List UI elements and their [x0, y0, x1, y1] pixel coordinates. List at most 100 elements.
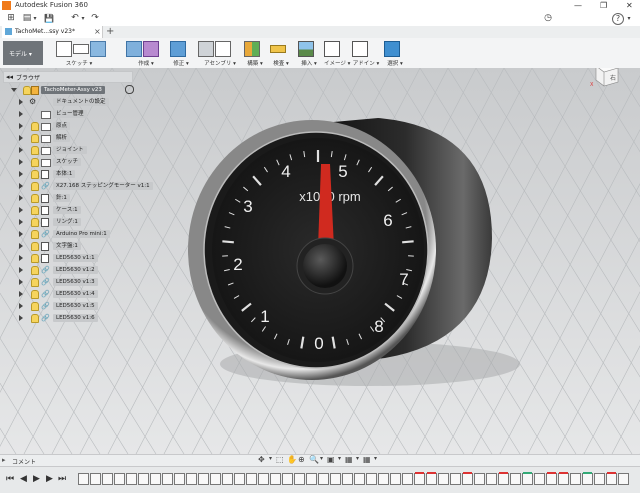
timeline-feature-chip[interactable] [126, 473, 137, 485]
timeline-feature-chip[interactable] [582, 473, 593, 485]
browser-tree-item[interactable]: リング:1 [19, 217, 133, 227]
nav-dropdown-chevron-icon[interactable]: ▾ [338, 455, 341, 462]
timeline-feature-chip[interactable] [378, 473, 389, 485]
browser-tree-item[interactable]: 🔗LED5630 v1:3 [19, 277, 133, 287]
browser-root-row[interactable]: TachoMeter-Assy v23 [11, 85, 133, 95]
timeline-feature-chip[interactable] [510, 473, 521, 485]
visibility-bulb-icon[interactable] [31, 170, 39, 179]
tab-close-icon[interactable]: × [94, 27, 101, 36]
sketch-pencil-icon[interactable] [56, 41, 72, 57]
timeline-feature-chip[interactable] [606, 473, 617, 485]
nav-tool-icon[interactable]: ✋ [287, 455, 297, 464]
construct-group[interactable]: 構築 ▾ [244, 40, 266, 66]
workspace-mode-dropdown[interactable]: モデル ▾ [3, 41, 43, 65]
create-group[interactable]: 作成 ▾ [126, 40, 166, 66]
expand-arrow-icon[interactable] [19, 159, 23, 165]
view-cube[interactable]: 右 X Z [588, 68, 618, 86]
browser-tree-item[interactable]: 🔗LED5630 v1:5 [19, 301, 133, 311]
timeline-feature-chip[interactable] [270, 473, 281, 485]
timeline-feature-chip[interactable] [282, 473, 293, 485]
nav-dropdown-chevron-icon[interactable]: ▾ [269, 455, 272, 462]
scripts-addins-icon[interactable] [352, 41, 368, 57]
expand-arrow-icon[interactable] [19, 195, 23, 201]
select-cursor-icon[interactable] [384, 41, 400, 57]
timeline-feature-chip[interactable] [114, 473, 125, 485]
timeline-feature-chip[interactable] [258, 473, 269, 485]
expand-arrow-icon[interactable] [19, 207, 23, 213]
timeline-feature-chip[interactable] [318, 473, 329, 485]
help-icon[interactable]: ? [612, 13, 624, 25]
nav-tool-icon[interactable]: ✥ [258, 455, 265, 464]
select-group[interactable]: 選択 ▾ [384, 40, 406, 66]
browser-tree-item[interactable]: 🔗LED5630 v1:6 [19, 313, 133, 323]
timeline-feature-chip[interactable] [162, 473, 173, 485]
nav-dropdown-chevron-icon[interactable]: ▾ [356, 455, 359, 462]
expand-arrow-icon[interactable] [19, 315, 23, 321]
timeline-feature-chip[interactable] [462, 473, 473, 485]
job-status-clock-icon[interactable]: ◷ [542, 13, 554, 24]
file-dropdown-chevron-icon[interactable]: ▾ [32, 13, 38, 24]
comments-expand-icon[interactable]: ▸ [2, 456, 6, 464]
timeline-feature-chip[interactable] [246, 473, 257, 485]
visibility-bulb-icon[interactable] [31, 206, 39, 215]
visibility-bulb-icon[interactable] [31, 266, 39, 275]
browser-tree-item[interactable]: 🔗LED5630 v1:4 [19, 289, 133, 299]
expand-arrow-icon[interactable] [19, 123, 23, 129]
expand-arrow-icon[interactable] [19, 255, 23, 261]
expand-arrow-icon[interactable] [19, 219, 23, 225]
patch-icon[interactable] [90, 41, 106, 57]
expand-arrow-icon[interactable] [19, 267, 23, 273]
data-panel-grid-icon[interactable]: ⊞ [6, 13, 16, 24]
document-tab[interactable]: TachoMet...ssy v23* × [2, 26, 103, 38]
addins-group[interactable]: アドイン ▾ [352, 40, 380, 66]
timeline-go-end-icon[interactable]: ⏭ [58, 474, 66, 484]
expand-arrow-icon[interactable] [19, 243, 23, 249]
sketch-group[interactable]: スケッチ ▾ [56, 40, 102, 66]
timeline-feature-chip[interactable] [354, 473, 365, 485]
expand-arrow-icon[interactable] [19, 291, 23, 297]
visibility-bulb-icon[interactable] [31, 314, 39, 323]
browser-tree-item[interactable]: 針:1 [19, 193, 133, 203]
expand-arrow-icon[interactable] [19, 135, 23, 141]
timeline-feature-chip[interactable] [234, 473, 245, 485]
visibility-bulb-icon[interactable] [31, 302, 39, 311]
modify-group[interactable]: 修正 ▾ [170, 40, 192, 66]
timeline-feature-chip[interactable] [498, 473, 509, 485]
timeline-feature-chip[interactable] [546, 473, 557, 485]
timeline-feature-chip[interactable] [414, 473, 425, 485]
inspect-group[interactable]: 検査 ▾ [270, 40, 292, 66]
visibility-bulb-icon[interactable] [31, 290, 39, 299]
timeline-feature-chip[interactable] [306, 473, 317, 485]
browser-tree-item[interactable]: 解析 [19, 133, 133, 143]
browser-collapse-icon[interactable]: ◂◂ [6, 73, 13, 81]
timeline-feature-chip[interactable] [342, 473, 353, 485]
visibility-bulb-icon[interactable] [31, 158, 39, 167]
timeline-feature-chip[interactable] [198, 473, 209, 485]
timeline-feature-chip[interactable] [138, 473, 149, 485]
visibility-bulb-icon[interactable] [31, 242, 39, 251]
extrude-icon[interactable] [126, 41, 142, 57]
nav-tool-icon[interactable]: ▦ [345, 455, 353, 464]
browser-tree-item[interactable]: LED5630 v1:1 [19, 253, 133, 263]
activate-radio-icon[interactable] [125, 85, 134, 94]
browser-tree-item[interactable]: 文字盤:1 [19, 241, 133, 251]
visibility-bulb-icon[interactable] [31, 230, 39, 239]
timeline-feature-chip[interactable] [102, 473, 113, 485]
browser-tree-item[interactable]: 原点 [19, 121, 133, 131]
nav-tool-icon[interactable]: ▣ [327, 455, 335, 464]
timeline-step-back-icon[interactable]: ◀ [20, 474, 27, 484]
capture-image-icon[interactable] [324, 41, 340, 57]
gauge-hub-cap[interactable] [303, 244, 347, 288]
joint-icon[interactable] [215, 41, 231, 57]
nav-tool-icon[interactable]: ⬚ [276, 455, 284, 464]
save-icon[interactable]: 💾 [44, 13, 54, 24]
timeline-feature-chip[interactable] [558, 473, 569, 485]
expand-arrow-icon[interactable] [19, 147, 23, 153]
visibility-bulb-icon[interactable] [31, 194, 39, 203]
timeline-feature-chip[interactable] [150, 473, 161, 485]
timeline-feature-chip[interactable] [294, 473, 305, 485]
new-component-icon[interactable] [198, 41, 214, 57]
insert-image-icon[interactable] [298, 41, 314, 57]
timeline-feature-chip[interactable] [570, 473, 581, 485]
timeline-feature-chip[interactable] [486, 473, 497, 485]
